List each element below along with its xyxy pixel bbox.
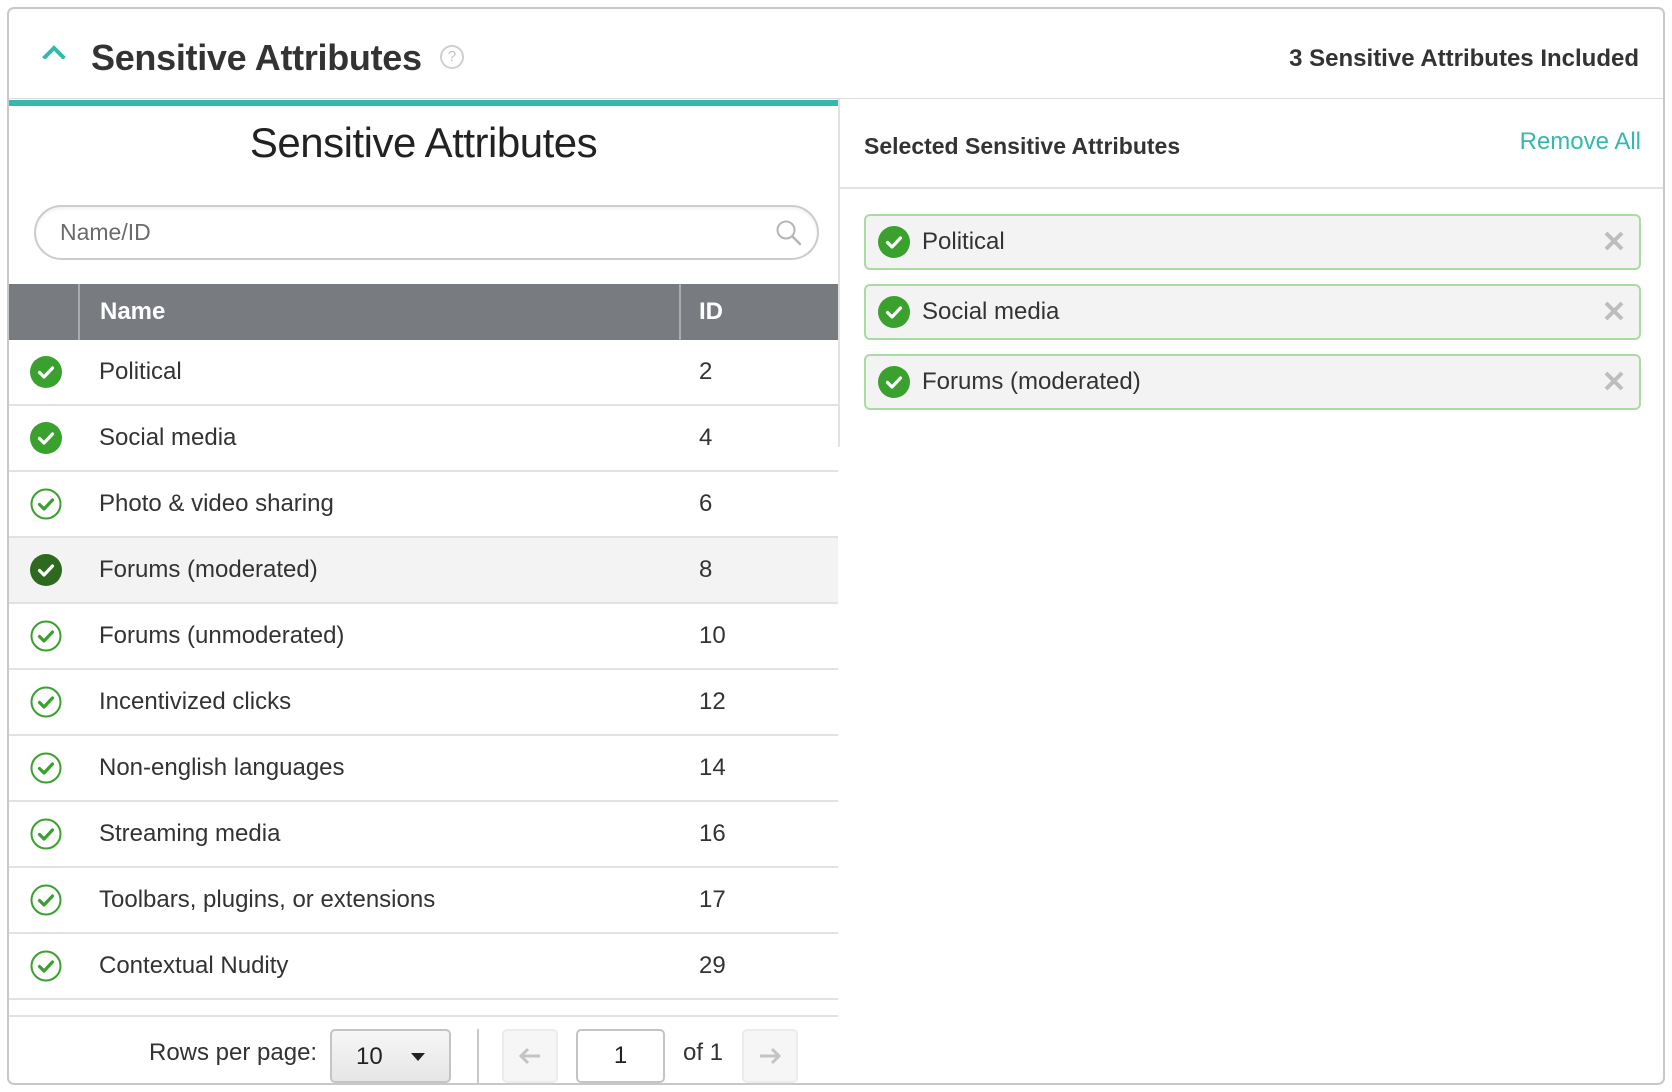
row-name: Non-english languages (99, 754, 345, 781)
table-body: Political 2 Social media 4 Photo & video sha… (9, 340, 838, 1000)
chip-label: Political (922, 228, 1005, 255)
row-name: Contextual Nudity (99, 952, 289, 979)
card-title: Sensitive Attributes (91, 37, 422, 78)
page-number-input[interactable] (576, 1029, 665, 1083)
row-id: 17 (699, 886, 726, 913)
search-input[interactable] (60, 207, 760, 258)
check-circle-filled-icon[interactable] (30, 422, 62, 454)
selected-attribute-chip: Forums (moderated) (864, 354, 1641, 410)
chip-label: Social media (922, 298, 1060, 325)
table-row[interactable]: Political 2 (9, 340, 838, 406)
search-field (34, 205, 819, 260)
chip-label: Forums (moderated) (922, 368, 1141, 395)
included-count: 3 Sensitive Attributes Included (1289, 45, 1639, 72)
check-circle-outline-icon[interactable] (30, 752, 62, 784)
check-circle-filled-icon (878, 366, 910, 398)
selected-panel-title: Selected Sensitive Attributes (864, 133, 1181, 159)
remove-all-link[interactable]: Remove All (1520, 128, 1641, 156)
close-icon[interactable] (1603, 230, 1625, 252)
close-icon[interactable] (1603, 300, 1625, 322)
row-id: 6 (699, 490, 713, 517)
row-name: Forums (unmoderated) (99, 622, 345, 649)
panel-title: Sensitive Attributes (249, 119, 598, 166)
search-icon[interactable] (775, 219, 803, 247)
table-row[interactable]: Forums (moderated) 8 (9, 538, 838, 604)
rows-per-page-select[interactable]: 10 (330, 1029, 451, 1083)
attributes-table: Name ID Political 2 Social media 4 Photo & v… (9, 284, 838, 1000)
selected-attribute-chip: Social media (864, 284, 1641, 340)
arrow-left-icon (518, 1047, 540, 1065)
check-circle-filled-icon[interactable] (30, 554, 62, 586)
row-name: Forums (moderated) (99, 556, 318, 583)
check-circle-outline-icon[interactable] (30, 620, 62, 652)
column-header-name[interactable]: Name (80, 284, 681, 340)
row-id: 16 (699, 820, 726, 847)
row-name: Political (99, 358, 182, 385)
table-row[interactable]: Non-english languages 14 (9, 736, 838, 802)
row-name: Toolbars, plugins, or extensions (99, 886, 436, 913)
row-id: 14 (699, 754, 726, 781)
row-id: 12 (699, 688, 726, 715)
sensitive-attributes-card: Sensitive Attributes ? 3 Sensitive Attri… (7, 7, 1665, 1085)
column-header-select (9, 284, 80, 340)
active-panel-indicator (9, 100, 838, 106)
card-header: Sensitive Attributes ? 3 Sensitive Attri… (9, 9, 1663, 98)
row-name: Photo & video sharing (99, 490, 334, 517)
table-row[interactable]: Incentivized clicks 12 (9, 670, 838, 736)
row-name: Incentivized clicks (99, 688, 292, 715)
column-header-id[interactable]: ID (681, 284, 838, 340)
table-row[interactable]: Photo & video sharing 6 (9, 472, 838, 538)
help-icon[interactable]: ? (440, 45, 464, 69)
row-name: Social media (99, 424, 237, 451)
next-page-button[interactable] (742, 1029, 798, 1083)
table-row[interactable]: Forums (unmoderated) 10 (9, 604, 838, 670)
check-circle-filled-icon[interactable] (30, 356, 62, 388)
available-attributes-panel: Sensitive Attributes Name ID Political 2 S… (9, 99, 838, 1083)
row-name: Streaming media (99, 820, 281, 847)
selected-attribute-chip: Political (864, 214, 1641, 270)
rows-per-page-value: 10 (356, 1043, 383, 1070)
close-icon[interactable] (1603, 370, 1625, 392)
check-circle-filled-icon (878, 226, 910, 258)
check-circle-outline-icon[interactable] (30, 818, 62, 850)
selected-attributes-list: Political Social media Forums (moderated) (864, 214, 1641, 424)
selected-panel-header: Selected Sensitive Attributes Remove All (840, 99, 1663, 189)
table-row[interactable]: Contextual Nudity 29 (9, 934, 838, 1000)
rows-per-page-label: Rows per page: (149, 1039, 318, 1066)
row-id: 29 (699, 952, 726, 979)
table-row[interactable]: Streaming media 16 (9, 802, 838, 868)
check-circle-filled-icon (878, 296, 910, 328)
row-id: 10 (699, 622, 726, 649)
table-header: Name ID (9, 284, 838, 340)
selected-attributes-panel: Selected Sensitive Attributes Remove All… (840, 99, 1663, 1083)
previous-page-button[interactable] (502, 1029, 558, 1083)
page-count-label: of 1 (683, 1039, 724, 1066)
row-id: 8 (699, 556, 713, 583)
pagination-footer: Rows per page: 10 of 1 (9, 1015, 838, 1083)
table-row[interactable]: Social media 4 (9, 406, 838, 472)
pagination-separator (477, 1029, 479, 1083)
table-row[interactable]: Toolbars, plugins, or extensions 17 (9, 868, 838, 934)
chevron-up-icon[interactable] (42, 45, 66, 59)
row-id: 2 (699, 358, 713, 385)
check-circle-outline-icon[interactable] (30, 884, 62, 916)
check-circle-outline-icon[interactable] (30, 686, 62, 718)
caret-down-icon (411, 1053, 425, 1061)
check-circle-outline-icon[interactable] (30, 950, 62, 982)
check-circle-outline-icon[interactable] (30, 488, 62, 520)
row-id: 4 (699, 424, 713, 451)
arrow-right-icon (760, 1047, 782, 1065)
